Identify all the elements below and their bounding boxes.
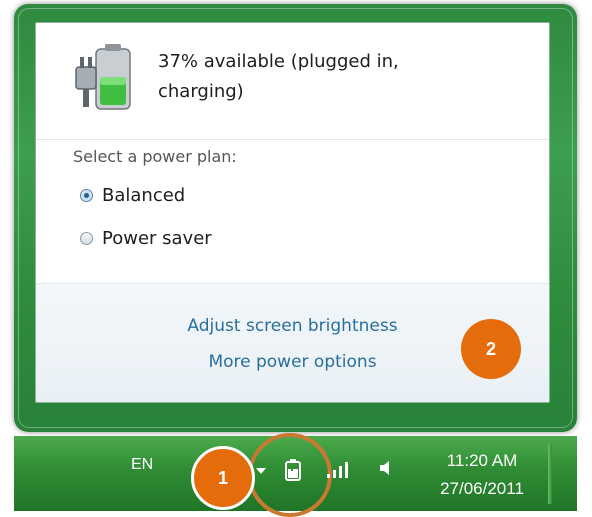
status-line-2: charging) bbox=[158, 81, 244, 102]
power-plan-heading: Select a power plan: bbox=[73, 147, 237, 166]
callout-1: 1 bbox=[191, 446, 255, 510]
clock[interactable]: 11:20 AM 27/06/2011 bbox=[420, 447, 544, 503]
divider bbox=[36, 139, 549, 140]
radio-power-saver[interactable] bbox=[80, 232, 93, 245]
language-indicator[interactable]: EN bbox=[131, 456, 153, 474]
volume-icon[interactable] bbox=[379, 460, 393, 476]
status-line-1: 37% available (plugged in, bbox=[158, 51, 399, 72]
plan-balanced[interactable]: Balanced bbox=[80, 185, 185, 206]
callout-2: 2 bbox=[461, 319, 521, 379]
plan-power-saver[interactable]: Power saver bbox=[80, 228, 212, 249]
battery-status-section: 37% available (plugged in, charging) Sel… bbox=[36, 23, 549, 283]
battery-plug-icon bbox=[75, 44, 131, 110]
radio-balanced[interactable] bbox=[80, 189, 93, 202]
signal-icon[interactable] bbox=[325, 460, 353, 478]
highlight-ring bbox=[248, 433, 332, 517]
battery-status-text: 37% available (plugged in, charging) bbox=[158, 47, 478, 107]
show-desktop-button[interactable] bbox=[548, 444, 552, 504]
clock-time: 11:20 AM bbox=[446, 451, 518, 470]
clock-date: 27/06/2011 bbox=[440, 479, 524, 498]
plan-balanced-label: Balanced bbox=[102, 185, 186, 206]
plan-power-saver-label: Power saver bbox=[102, 228, 212, 249]
